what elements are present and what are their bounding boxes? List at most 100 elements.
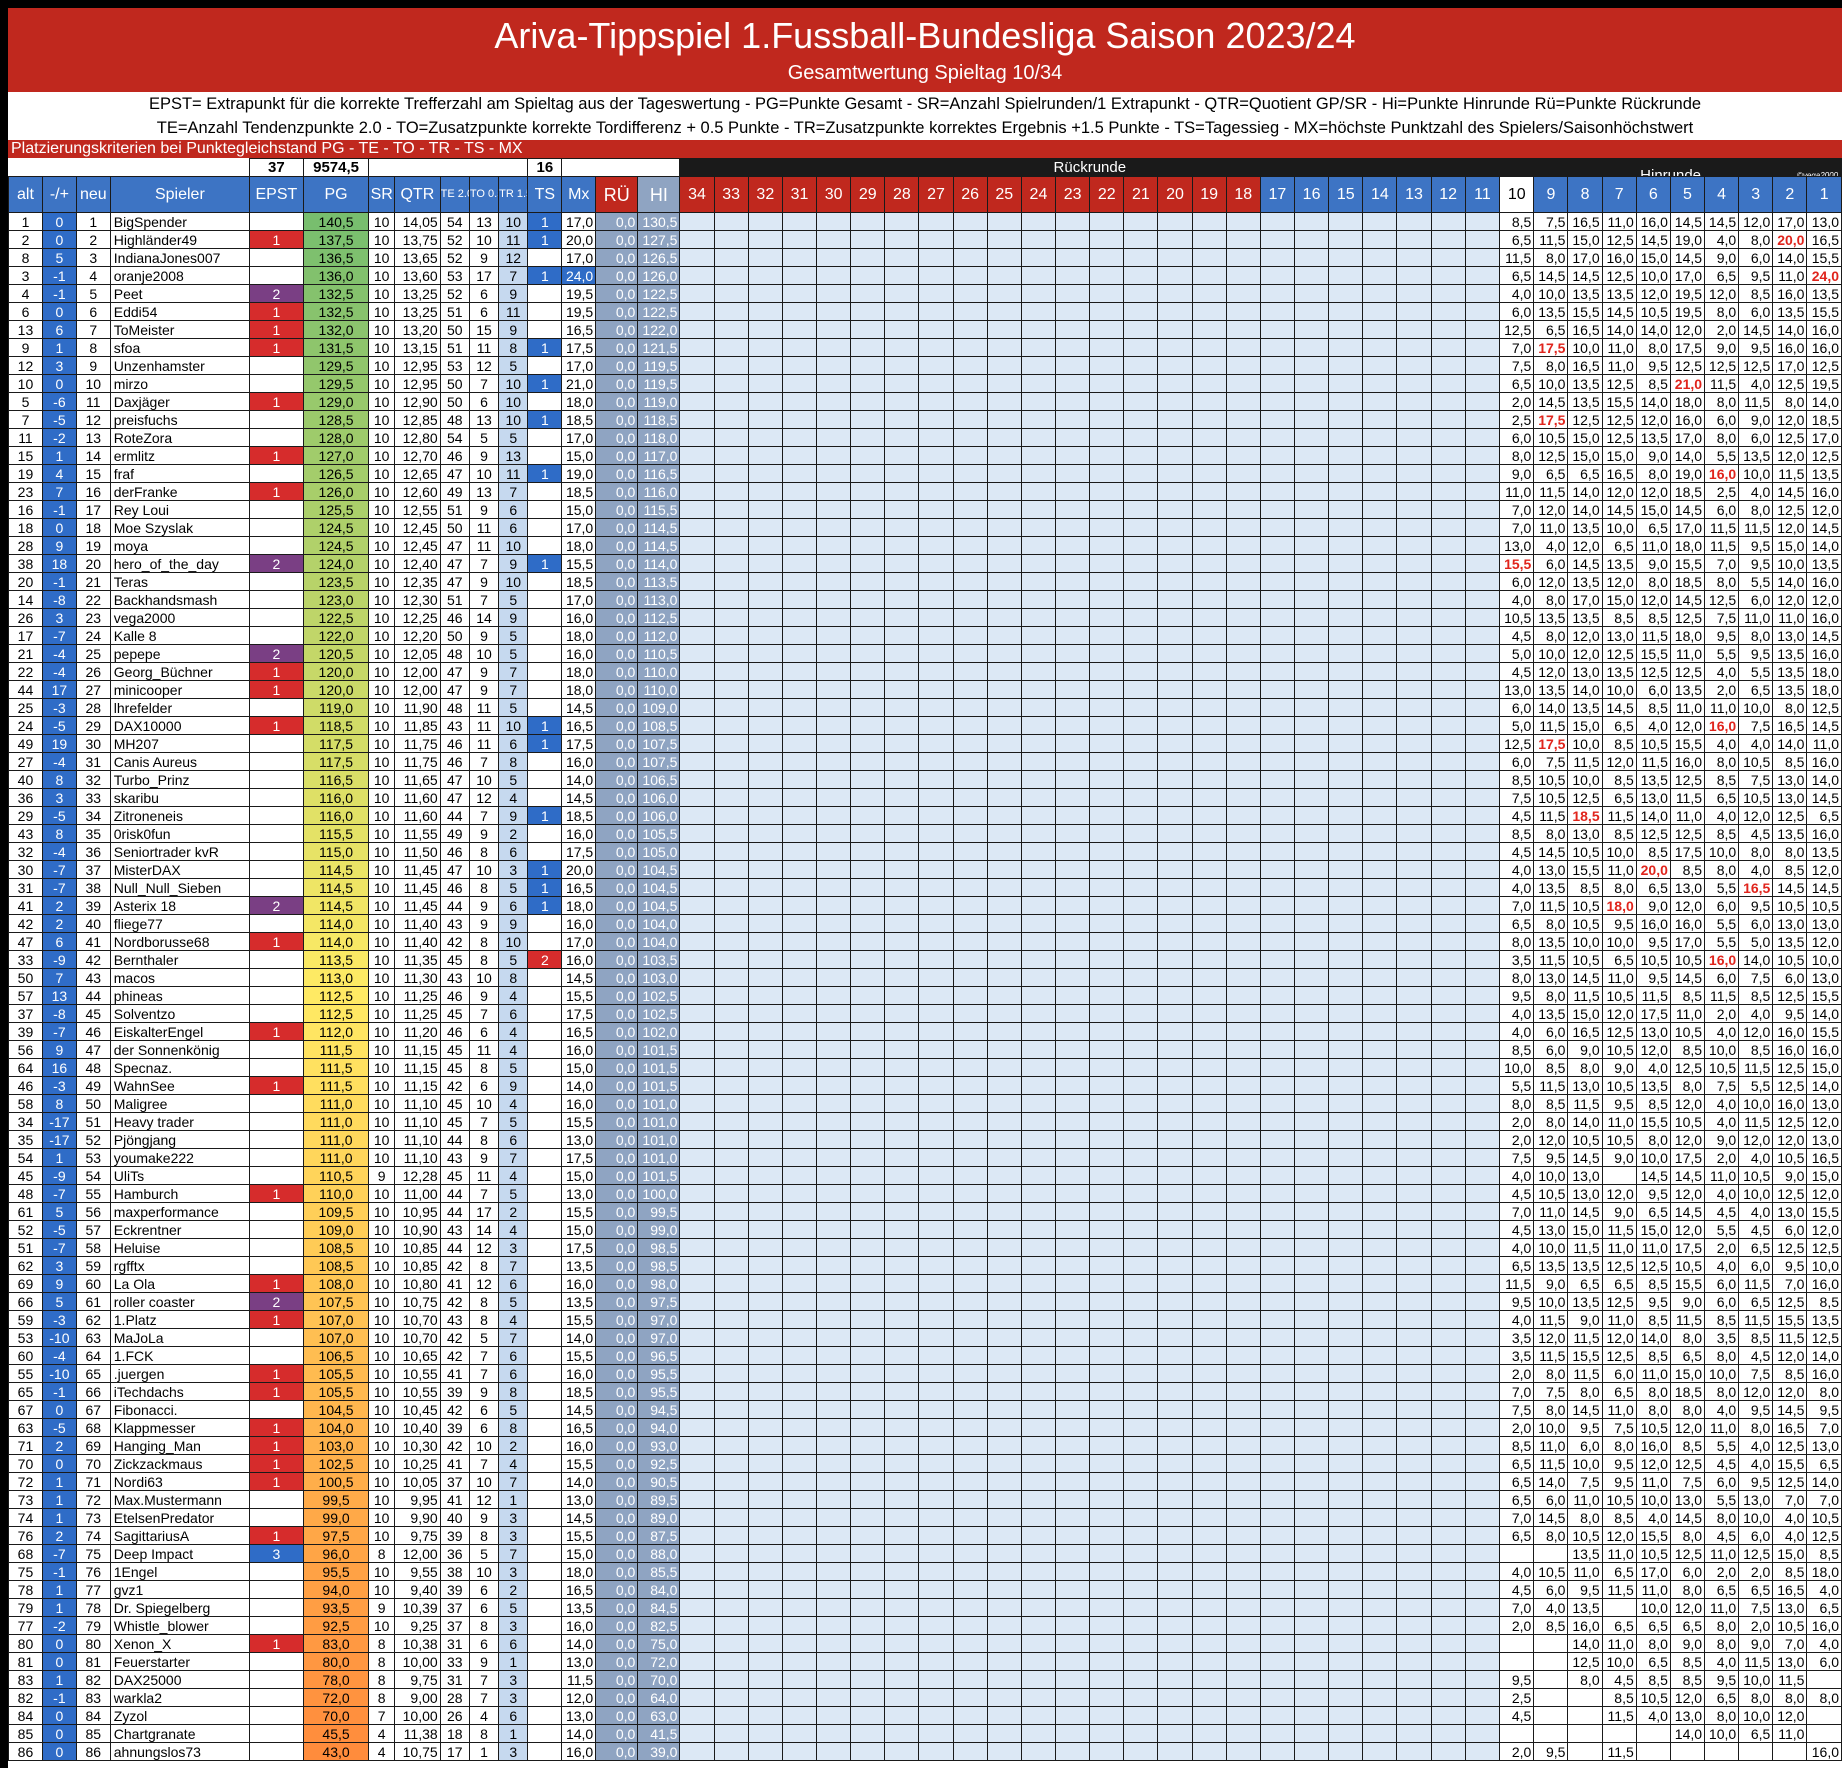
round-cell-empty [781,1634,818,1653]
round-cell-empty [952,1562,988,1581]
round-cell-empty [1430,1004,1466,1023]
round-score: 18,0 [1806,1562,1842,1581]
round-score: 6,5 [1738,1292,1774,1311]
round-cell-empty [679,1724,715,1743]
round-cell-empty [1464,1238,1501,1257]
max-score: 16,0 [561,1436,597,1455]
round-cell-empty [679,1742,715,1761]
round-score: 11,5 [1533,1454,1569,1473]
legend: EPST= Extrapunkt für die korrekte Treffe… [8,92,1842,140]
round-score: 12,0 [1704,284,1740,303]
round-cell-empty [1362,248,1398,267]
round-score: 13,5 [1772,680,1808,699]
round-cell-empty [816,1688,852,1707]
round-cell-empty [952,1472,988,1491]
rueckrunde-points: 0,0 [595,1130,639,1149]
round-cell-empty [1225,932,1261,951]
round-header-12: 12 [1430,176,1466,213]
legend-line-1: EPST= Extrapunkt für die korrekte Treffe… [148,95,1702,113]
rounds-played: 10 [368,716,396,735]
round-score: 16,0 [1704,464,1740,483]
round-cell-empty [986,1040,1022,1059]
quotient: 11,25 [394,1004,441,1023]
round-score: 6,5 [1704,266,1740,285]
round-score: 13,0 [1669,1706,1706,1725]
round-cell-empty [747,536,783,555]
round-cell-empty [747,410,783,429]
table-row: 42 2 40 fliege77 114,0 10 11,40 43 9 9 16,0 0,0 104,… [8,914,1842,933]
round-score: 14,5 [1533,1508,1569,1527]
rank-old: 29 [8,806,43,825]
points-total: 43,0 [302,1742,370,1761]
round-cell-empty [1157,1742,1193,1761]
round-cell-empty [986,914,1022,933]
rounds-played: 10 [368,374,396,393]
points-total: 92,5 [302,1616,370,1635]
round-cell-empty [952,752,988,771]
round-cell-empty [1464,1364,1501,1383]
round-score [1806,1670,1842,1689]
rank-old: 5 [8,392,43,411]
round-score: 11,0 [1772,608,1808,627]
quotient: 10,95 [394,1202,441,1221]
round-cell-empty [1396,824,1432,843]
rueckrunde-points: 0,0 [595,356,639,375]
round-score: 18,0 [1669,392,1706,411]
round-score: 16,0 [1806,572,1842,591]
round-cell-empty [713,374,749,393]
round-cell-empty [1055,698,1091,717]
rank-new: 23 [75,608,111,627]
round-cell-empty [1464,320,1501,339]
round-cell-empty [1225,950,1261,969]
round-cell-empty [952,446,988,465]
rank-new: 32 [75,770,111,789]
round-cell-empty [1293,1418,1330,1437]
daily-wins [527,1670,563,1689]
round-score: 16,0 [1567,1616,1603,1635]
round-cell-empty [986,248,1022,267]
round-score: 4,0 [1738,860,1774,879]
round-score: 14,5 [1806,626,1842,645]
round-score: 4,0 [1499,1562,1535,1581]
round-score: 12,5 [1772,374,1808,393]
round-cell-empty [884,572,920,591]
round-cell-empty [1328,842,1364,861]
round-cell-empty [1191,734,1227,753]
rueckrunde-points: 0,0 [595,212,639,231]
round-cell-empty [918,482,954,501]
round-cell-empty [781,1328,818,1347]
rank-new: 9 [75,356,111,375]
round-score: 4,0 [1704,806,1740,825]
hinrunde-header: Hinrunde ©vega2000 [1499,158,1842,177]
round-score: 9,0 [1772,1166,1808,1185]
round-cell-empty [781,410,818,429]
exact-result-points: 7 [498,1328,529,1347]
tendency-points: 37 [439,1598,470,1617]
round-cell-empty [1362,662,1398,681]
round-cell-empty [1157,1598,1193,1617]
points-total: 96,0 [302,1544,370,1563]
round-cell-empty [1464,1256,1501,1275]
hinrunde-points: 101,5 [637,1058,681,1077]
round-cell-empty [1362,1544,1398,1563]
round-cell-empty [1328,1094,1364,1113]
goal-diff-points: 9 [468,824,500,843]
player-name: ToMeister [109,320,250,339]
exact-result-points: 7 [498,482,529,501]
round-score: 10,5 [1806,1508,1842,1527]
round-score: 7,5 [1704,1076,1740,1095]
round-cell-empty [679,446,715,465]
round-cell-empty [1362,1112,1398,1131]
round-cell-empty [1089,662,1125,681]
quotient: 13,25 [394,302,441,321]
exact-result-points: 11 [498,230,529,249]
rank-new: 55 [75,1184,111,1203]
round-score: 9,5 [1635,1292,1671,1311]
round-cell-empty [1362,1436,1398,1455]
round-cell-empty [1225,1238,1261,1257]
round-score: 16,0 [1772,338,1808,357]
round-cell-empty [1430,842,1466,861]
rounds-played: 10 [368,824,396,843]
hinrunde-points: 113,0 [637,590,681,609]
hinrunde-points: 112,5 [637,608,681,627]
